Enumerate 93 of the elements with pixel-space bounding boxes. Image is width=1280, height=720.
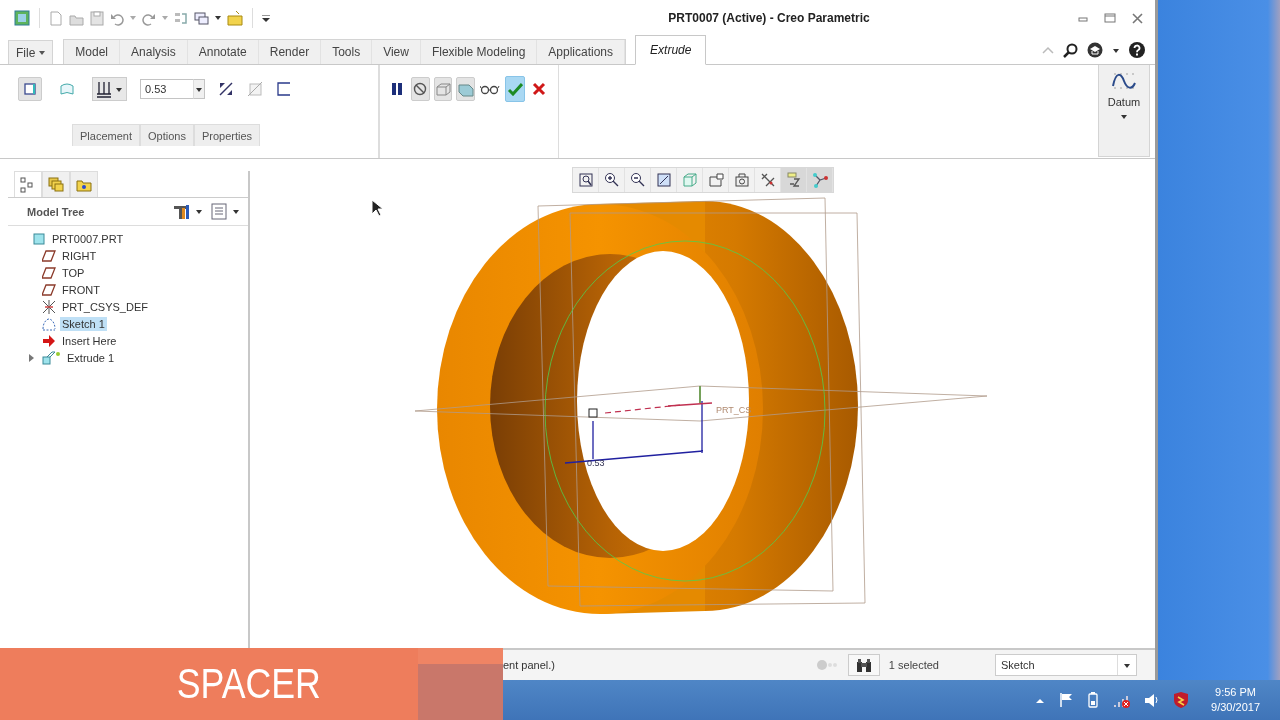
panel-tab[interactable]: Placement — [72, 124, 140, 146]
show-hidden-icons-icon[interactable] — [1035, 696, 1046, 704]
caption-title: SPACER — [176, 660, 322, 708]
thicken-icon[interactable] — [247, 81, 263, 97]
panel-tab[interactable]: Properties — [193, 124, 261, 146]
datum-plane-icon — [42, 265, 56, 280]
ribbon-tab[interactable]: Extrude — [635, 35, 707, 65]
help-icon[interactable] — [1129, 42, 1145, 58]
datum-display-icon — [759, 172, 776, 188]
coordinate-system-icon — [42, 299, 56, 314]
find-button[interactable] — [847, 654, 880, 676]
no-preview-button[interactable] — [410, 77, 430, 101]
flag-icon[interactable] — [1059, 692, 1074, 708]
shaded-cube-icon — [681, 172, 698, 188]
depth-field[interactable]: 0.53 — [140, 79, 193, 99]
remove-material-icon[interactable] — [276, 81, 292, 97]
datum-button[interactable]: Datum — [1098, 65, 1150, 157]
datum-plane-icon — [42, 282, 56, 297]
zoom-in-icon — [603, 172, 620, 188]
spin-center-button[interactable] — [807, 168, 833, 192]
caret-icon[interactable] — [38, 49, 47, 56]
pause-icon — [390, 82, 405, 96]
selection-count: 1 selected — [888, 659, 939, 671]
spin-center-icon — [811, 172, 828, 188]
caret-icon[interactable] — [115, 85, 123, 93]
tree-item[interactable]: PRT0007.PRT — [50, 231, 126, 246]
caret-icon[interactable] — [232, 208, 240, 215]
cancel-icon — [531, 82, 546, 96]
no-preview-icon — [413, 82, 428, 96]
maximize-icon[interactable] — [1104, 13, 1116, 23]
model-tree-icon — [20, 176, 36, 193]
tree-item[interactable]: PRT_CSYS_DEF — [60, 299, 150, 314]
zoom-out-icon — [629, 172, 646, 188]
panel-title: Model Tree — [27, 205, 85, 218]
battery-icon[interactable] — [1087, 692, 1100, 708]
repaint-icon — [655, 172, 672, 188]
panel-tab[interactable]: Options — [140, 124, 194, 146]
surface-icon[interactable] — [60, 82, 74, 96]
shield-icon[interactable] — [1173, 692, 1190, 708]
folder-tab[interactable] — [70, 171, 98, 197]
solid-icon[interactable] — [23, 82, 37, 96]
refit-icon — [577, 172, 594, 188]
flip-direction-icon[interactable] — [218, 81, 234, 97]
box-preview-icon — [434, 81, 451, 97]
customize-caret-icon[interactable] — [262, 14, 270, 22]
extrude-icon — [42, 350, 61, 365]
caret-icon[interactable] — [1112, 46, 1120, 54]
ok-button[interactable] — [505, 76, 526, 102]
annotation-display-icon — [785, 172, 802, 188]
windows-icon[interactable] — [194, 10, 209, 26]
blind-depth-icon[interactable] — [96, 80, 112, 98]
layers-tab[interactable] — [42, 171, 70, 197]
caret-icon — [1123, 661, 1131, 669]
dropdown-button[interactable] — [193, 79, 205, 99]
selection-filter[interactable]: Sketch — [995, 654, 1137, 676]
search-icon[interactable] — [1063, 42, 1078, 58]
settings-icon[interactable] — [173, 203, 190, 220]
mouse-cursor-icon — [371, 199, 384, 217]
check-icon — [507, 82, 524, 96]
file-menu[interactable]: File — [8, 40, 54, 64]
dimension-value[interactable]: 0.53 — [587, 458, 605, 468]
feature-preview-icon — [457, 81, 474, 97]
speaker-icon[interactable] — [1144, 692, 1160, 708]
view-manager-icon — [707, 172, 724, 188]
graduation-cap-icon[interactable] — [1087, 42, 1103, 58]
binoculars-icon — [855, 657, 872, 673]
tree-item[interactable]: FRONT — [60, 282, 102, 297]
solid-button[interactable] — [18, 77, 42, 101]
layers-icon — [48, 176, 64, 193]
tree-item[interactable]: Extrude 1 — [65, 350, 117, 365]
tree-item[interactable]: Sketch 1 — [60, 316, 107, 331]
depth-option-button[interactable] — [92, 77, 127, 101]
tree-item[interactable]: RIGHT — [60, 248, 99, 263]
datum-curve-icon — [1112, 71, 1136, 91]
model-tree-tab[interactable] — [14, 171, 42, 197]
tree-item[interactable]: TOP — [60, 265, 87, 280]
clock-date: 9/30/2017 — [1211, 700, 1260, 715]
close-icon[interactable] — [1132, 12, 1143, 24]
sketch-icon — [42, 316, 56, 331]
window-title: PRT0007 (Active) - Creo Parametric — [668, 11, 870, 25]
tree-item[interactable]: Insert Here — [60, 333, 119, 348]
annotation-display-button[interactable] — [781, 168, 807, 192]
dropdown-caret-icon[interactable] — [215, 16, 221, 20]
camera-icon — [733, 172, 750, 188]
toggle-switch-icon[interactable] — [815, 659, 838, 671]
datum-plane-icon — [42, 248, 56, 263]
part-icon — [32, 231, 46, 246]
caret-icon — [195, 85, 203, 93]
clock-time: 9:56 PM — [1215, 685, 1256, 700]
insert-arrow-icon — [42, 333, 56, 348]
caret-icon — [1120, 113, 1128, 120]
status-message: ent panel.) — [503, 659, 555, 671]
caret-icon[interactable] — [195, 208, 203, 215]
